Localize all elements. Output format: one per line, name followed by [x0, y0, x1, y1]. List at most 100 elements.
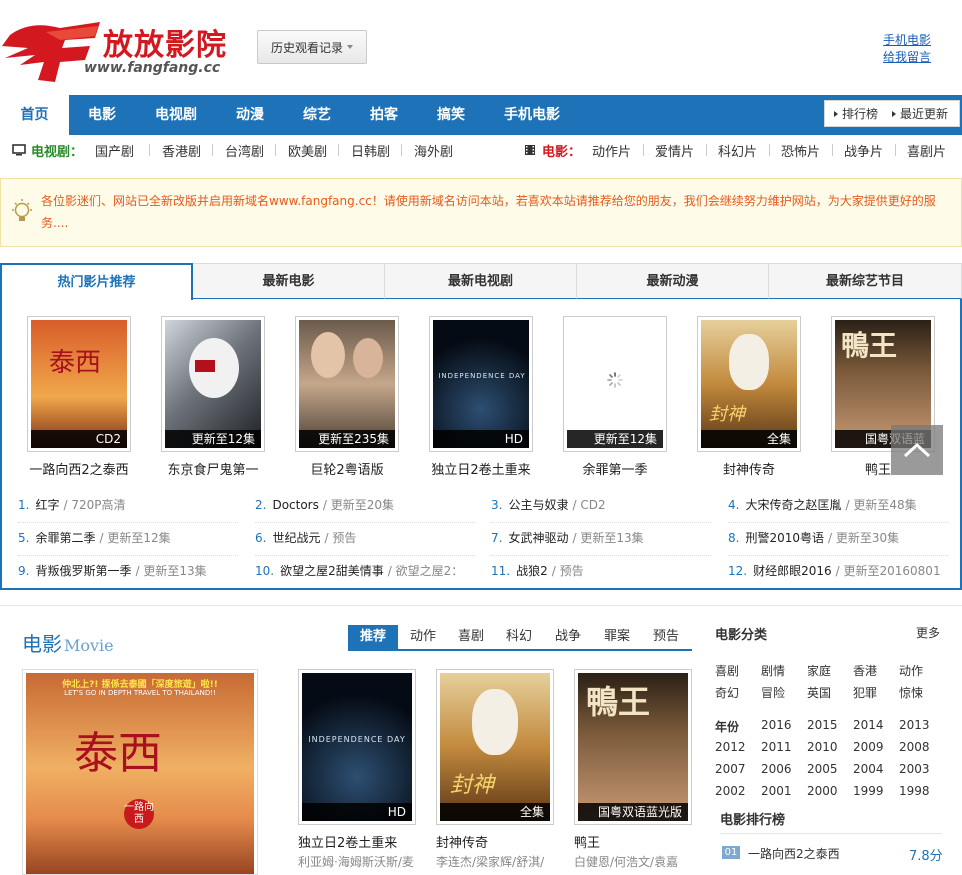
movie-romance[interactable]: 爱情片: [655, 141, 694, 160]
tab-scifi[interactable]: 科幻: [496, 625, 542, 649]
genre-link[interactable]: 冒险: [761, 684, 785, 701]
latest-update-link[interactable]: 最近更新: [891, 101, 948, 128]
poster-title[interactable]: 东京食尸鬼第一: [138, 459, 288, 478]
tv-hongkong[interactable]: 香港剧: [162, 141, 201, 160]
poster-title[interactable]: 一路向西2之泰西: [4, 459, 154, 478]
genre-link[interactable]: 惊悚: [899, 684, 923, 701]
nav-variety[interactable]: 综艺: [290, 95, 344, 135]
genre-link[interactable]: 家庭: [807, 662, 831, 679]
rank-title[interactable]: 女武神驱动: [508, 531, 568, 545]
poster-card[interactable]: 更新至12集: [161, 316, 265, 452]
list-item[interactable]: 12. 财经郎眼2016/ 更新至20160801: [728, 556, 948, 589]
year-link[interactable]: 2004: [853, 762, 884, 776]
more-link[interactable]: 更多: [916, 624, 940, 641]
ranking-link[interactable]: 排行榜: [833, 101, 878, 128]
year-link[interactable]: 2013: [899, 718, 930, 732]
poster-card[interactable]: 更新至235集: [295, 316, 399, 452]
year-link[interactable]: 2002: [715, 784, 746, 798]
poster-card[interactable]: 封神 全集: [697, 316, 801, 452]
rank-title[interactable]: 一路向西2之泰西: [748, 845, 840, 862]
rank-title[interactable]: 战狼2: [516, 564, 548, 578]
movie-horror[interactable]: 恐怖片: [781, 141, 820, 160]
genre-link[interactable]: 剧情: [761, 662, 785, 679]
list-item[interactable]: 11. 战狼2/ 预告: [491, 556, 711, 589]
tab-latest-tv[interactable]: 最新电视剧: [385, 263, 577, 299]
rank-title[interactable]: 余罪第二季: [35, 531, 95, 545]
poster-card[interactable]: 更新至12集: [563, 316, 667, 452]
tab-action[interactable]: 动作: [400, 625, 446, 649]
genre-link[interactable]: 奇幻: [715, 684, 739, 701]
nav-pai-ke[interactable]: 拍客: [357, 95, 411, 135]
year-link[interactable]: 2007: [715, 762, 746, 776]
movie-title[interactable]: 独立日2卷土重来: [298, 832, 397, 851]
poster-title[interactable]: 独立日2卷土重来: [406, 459, 556, 478]
year-link[interactable]: 2011: [761, 740, 792, 754]
tv-taiwan[interactable]: 台湾剧: [225, 141, 264, 160]
list-item[interactable]: 2. Doctors / 更新至20集: [255, 490, 475, 523]
list-item[interactable]: 7. 女武神驱动 / 更新至13集: [491, 523, 711, 556]
tab-latest-movies[interactable]: 最新电影: [193, 263, 385, 299]
tab-crime[interactable]: 罪案: [594, 625, 640, 649]
poster-title[interactable]: 巨轮2粤语版: [272, 459, 422, 478]
poster-card[interactable]: INDEPENDENCE DAY HD: [429, 316, 533, 452]
genre-link[interactable]: 英国: [807, 684, 831, 701]
tv-overseas[interactable]: 海外剧: [414, 141, 453, 160]
poster-card[interactable]: 封神 全集: [436, 669, 554, 825]
poster-title[interactable]: 封神传奇: [674, 459, 824, 478]
rank-title[interactable]: 财经郎眼2016: [753, 564, 832, 578]
movie-title[interactable]: 鸭王: [574, 832, 600, 851]
tab-latest-anime[interactable]: 最新动漫: [577, 263, 769, 299]
nav-mobile-movie[interactable]: 手机电影: [496, 95, 568, 135]
list-item[interactable]: 5. 余罪第二季 / 更新至12集: [18, 523, 238, 556]
list-item[interactable]: 3. 公主与奴隶 / CD2: [491, 490, 711, 523]
year-link[interactable]: 2003: [899, 762, 930, 776]
poster-card[interactable]: INDEPENDENCE DAY HD: [298, 669, 416, 825]
tab-recommend[interactable]: 推荐: [348, 625, 398, 649]
rank-title[interactable]: 背叛俄罗斯第一季: [35, 564, 131, 578]
tv-mainland[interactable]: 国产剧: [95, 141, 134, 160]
list-item[interactable]: 10. 欲望之屋2甜美情事 / 欲望之屋2：: [255, 556, 470, 589]
year-link[interactable]: 2001: [761, 784, 792, 798]
year-link[interactable]: 1999: [853, 784, 884, 798]
year-link[interactable]: 2014: [853, 718, 884, 732]
tab-war[interactable]: 战争: [545, 625, 591, 649]
list-item[interactable]: 9. 背叛俄罗斯第一季 / 更新至13集: [18, 556, 238, 589]
year-link[interactable]: 2008: [899, 740, 930, 754]
year-link[interactable]: 2015: [807, 718, 838, 732]
year-link[interactable]: 2000: [807, 784, 838, 798]
list-item[interactable]: 8. 刑警2010粤语 / 更新至30集: [728, 523, 948, 556]
tab-comedy[interactable]: 喜剧: [448, 625, 494, 649]
featured-poster[interactable]: 仲北上?! 揼係去泰國「深度旅遊」啦!! LET'S GO IN DEPTH T…: [22, 669, 258, 875]
genre-link[interactable]: 犯罪: [853, 684, 877, 701]
genre-link[interactable]: 香港: [853, 662, 877, 679]
history-button[interactable]: 历史观看记录: [257, 30, 367, 64]
rank-title[interactable]: 欲望之屋2甜美情事: [280, 564, 384, 578]
mobile-movie-link[interactable]: 手机电影: [883, 31, 931, 48]
list-item[interactable]: 6. 世纪战元 / 预告: [255, 523, 475, 556]
rank-title[interactable]: Doctors: [272, 498, 318, 512]
tv-japan-korea[interactable]: 日韩剧: [351, 141, 390, 160]
year-link[interactable]: 1998: [899, 784, 930, 798]
poster-card[interactable]: 泰西 CD2: [27, 316, 131, 452]
genre-link[interactable]: 喜剧: [715, 662, 739, 679]
tv-western[interactable]: 欧美剧: [288, 141, 327, 160]
list-item[interactable]: 1. 红字 / 720P高清: [18, 490, 238, 523]
year-link[interactable]: 2012: [715, 740, 746, 754]
rank-title[interactable]: 红字: [35, 498, 59, 512]
genre-link[interactable]: 动作: [899, 662, 923, 679]
year-link[interactable]: 2016: [761, 718, 792, 732]
movie-comedy[interactable]: 喜剧片: [907, 141, 946, 160]
year-link[interactable]: 2006: [761, 762, 792, 776]
movie-action[interactable]: 动作片: [592, 141, 631, 160]
movie-title[interactable]: 封神传奇: [436, 832, 488, 851]
nav-anime[interactable]: 动漫: [222, 95, 278, 135]
movie-war[interactable]: 战争片: [844, 141, 883, 160]
nav-tv[interactable]: 电视剧: [146, 95, 206, 135]
year-link[interactable]: 2009: [853, 740, 884, 754]
poster-card[interactable]: 鴨王 国粤双语蓝光版: [574, 669, 692, 825]
message-link[interactable]: 给我留言: [883, 48, 931, 65]
tab-trailer[interactable]: 预告: [643, 625, 689, 649]
movie-scifi[interactable]: 科幻片: [718, 141, 757, 160]
rank-title[interactable]: 大宋传奇之赵匡胤: [745, 498, 841, 512]
rank-title[interactable]: 刑警2010粤语: [745, 531, 824, 545]
